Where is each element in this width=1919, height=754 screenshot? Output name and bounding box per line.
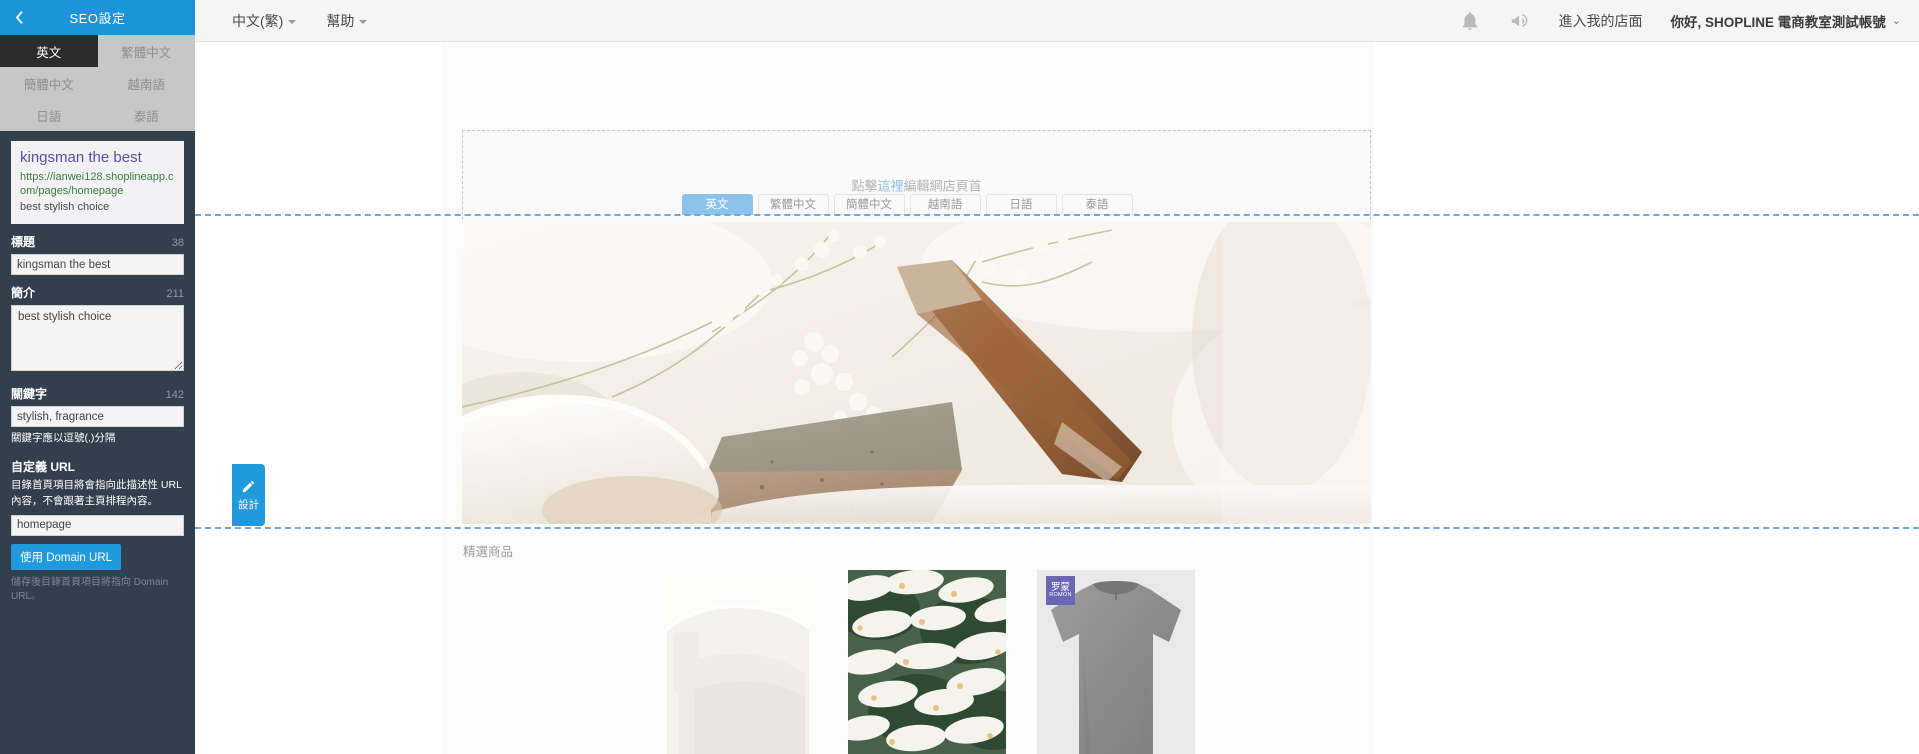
chevron-down-icon <box>359 19 368 24</box>
watermark-part1: SH <box>1195 748 1239 754</box>
badge-label-cn: 罗蒙 <box>1050 581 1070 593</box>
seo-panel-title: SEO設定 <box>69 11 126 26</box>
language-selector-label: 中文(繁) <box>232 12 284 29</box>
custom-url-footnote: 儲存後目錄首頁項目將指向 Domain URL。 <box>11 576 169 603</box>
megaphone-icon[interactable] <box>1509 10 1531 32</box>
language-selector[interactable]: 中文(繁) <box>232 11 297 31</box>
hero-banner[interactable] <box>462 222 1371 524</box>
keywords-hint: 關鍵字應以逗號(,)分隔 <box>11 432 116 445</box>
seo-lang-zh-tw[interactable]: 繁體中文 <box>97 35 195 67</box>
back-button[interactable] <box>8 0 30 35</box>
description-field-head: 簡介 211 <box>11 284 184 301</box>
shopline-watermark: SH P LINE <box>1195 748 1358 754</box>
seo-title-input[interactable] <box>11 254 184 276</box>
seo-lang-en[interactable]: 英文 <box>0 35 98 67</box>
featured-products-row: 罗蒙 ROMON <box>462 570 1371 754</box>
product-brand-badge: 罗蒙 ROMON <box>1046 576 1075 605</box>
serp-preview-url: https://ianwei128.shoplineapp.com/pages/… <box>20 170 174 198</box>
title-field-label: 標題 <box>11 235 36 250</box>
watermark-part2: P <box>1266 748 1287 754</box>
storefront-page: 點擊這裡編輯網店頁首 英文 繁體中文 簡體中文 越南語 日語 泰語 精選商品 罗… <box>195 42 1919 754</box>
seo-panel-titlebar: SEO設定 <box>0 0 195 35</box>
product-card-1[interactable] <box>659 570 817 754</box>
chevron-down-icon <box>288 19 297 24</box>
description-field-label: 簡介 <box>11 286 36 301</box>
preview-tab-ja[interactable]: 日語 <box>985 194 1057 215</box>
seo-keywords-input[interactable] <box>11 406 184 428</box>
preview-tab-vi[interactable]: 越南語 <box>909 194 981 215</box>
seo-lang-ja[interactable]: 日語 <box>0 99 98 131</box>
description-field-counter: 211 <box>166 288 184 301</box>
keywords-field-head: 關鍵字 142 <box>11 385 184 402</box>
preview-language-tabs: 英文 繁體中文 簡體中文 越南語 日語 泰語 <box>441 194 1373 215</box>
custom-url-input[interactable] <box>11 514 184 536</box>
header-left-nav: 中文(繁) 幫助 <box>232 0 368 41</box>
product-card-3[interactable]: 罗蒙 ROMON <box>1037 570 1195 754</box>
product-card-2[interactable] <box>848 570 1006 754</box>
account-menu-label: 你好, SHOPLINE 電商教室測試帳號 <box>1670 14 1886 30</box>
dropzone-text-before: 點擊 <box>851 178 878 194</box>
serp-preview-description: best stylish choice <box>20 201 110 214</box>
preview-tab-zh-cn[interactable]: 簡體中文 <box>833 194 905 215</box>
design-tab-button[interactable]: 設計 <box>232 464 265 526</box>
seo-lang-vi[interactable]: 越南語 <box>97 67 195 99</box>
title-field-head: 標題 38 <box>11 233 184 250</box>
seo-lang-th[interactable]: 泰語 <box>97 99 195 131</box>
watermark-part3: LINE <box>1288 748 1358 754</box>
custom-url-description: 目錄首頁項目將會指向此描述性 URL 內容，不會跟著主頁排程內容。 <box>11 479 182 508</box>
top-header-bar: 中文(繁) 幫助 進入我的店面 你好, SHOPLINE 電商教室測試帳號 ⌄ <box>0 0 1919 42</box>
dropzone-text-after: 編輯網店頁首 <box>903 178 982 194</box>
account-menu[interactable]: 你好, SHOPLINE 電商教室測試帳號 ⌄ <box>1671 11 1901 31</box>
storefront-preview-canvas: 點擊這裡編輯網店頁首 英文 繁體中文 簡體中文 越南語 日語 泰語 精選商品 罗… <box>195 42 1919 754</box>
section-divider-top <box>195 214 1919 216</box>
use-domain-url-button[interactable]: 使用 Domain URL <box>11 543 122 570</box>
help-menu[interactable]: 幫助 <box>326 11 368 31</box>
seo-settings-panel: SEO設定 英文 繁體中文 簡體中文 越南語 日語 泰語 kingsman th… <box>0 0 195 754</box>
badge-label-en: ROMON <box>1049 592 1072 598</box>
chevron-left-icon <box>15 11 23 24</box>
pencil-icon <box>242 480 255 492</box>
preview-tab-en[interactable]: 英文 <box>681 194 753 215</box>
seo-description-textarea[interactable] <box>11 305 184 372</box>
featured-products-heading: 精選商品 <box>463 545 514 559</box>
keywords-field-label: 關鍵字 <box>11 387 48 402</box>
seo-panel-body: kingsman the best https://ianwei128.shop… <box>0 131 195 605</box>
enter-my-store-link[interactable]: 進入我的店面 <box>1559 11 1643 31</box>
dropzone-link[interactable]: 這裡 <box>877 179 903 194</box>
header-dropzone-text: 點擊這裡編輯網店頁首 <box>463 176 1370 195</box>
preview-tab-th[interactable]: 泰語 <box>1061 194 1133 215</box>
serp-preview-title: kingsman the best <box>20 149 142 166</box>
seo-lang-zh-cn[interactable]: 簡體中文 <box>0 67 98 99</box>
keywords-field-counter: 142 <box>165 389 184 402</box>
chevron-down-icon: ⌄ <box>1891 15 1901 27</box>
section-divider-bottom <box>195 527 1919 529</box>
header-right-nav: 進入我的店面 你好, SHOPLINE 電商教室測試帳號 ⌄ <box>1459 0 1901 41</box>
seo-language-grid: 英文 繁體中文 簡體中文 越南語 日語 泰語 <box>0 35 195 131</box>
bell-icon[interactable] <box>1459 10 1481 32</box>
help-menu-label: 幫助 <box>326 12 355 29</box>
custom-url-label: 自定義 URL <box>11 460 75 475</box>
design-tab-label: 設計 <box>238 498 259 511</box>
preview-tab-zh-tw[interactable]: 繁體中文 <box>757 194 829 215</box>
serp-preview-card: kingsman the best https://ianwei128.shop… <box>11 141 184 225</box>
title-field-counter: 38 <box>171 237 184 250</box>
